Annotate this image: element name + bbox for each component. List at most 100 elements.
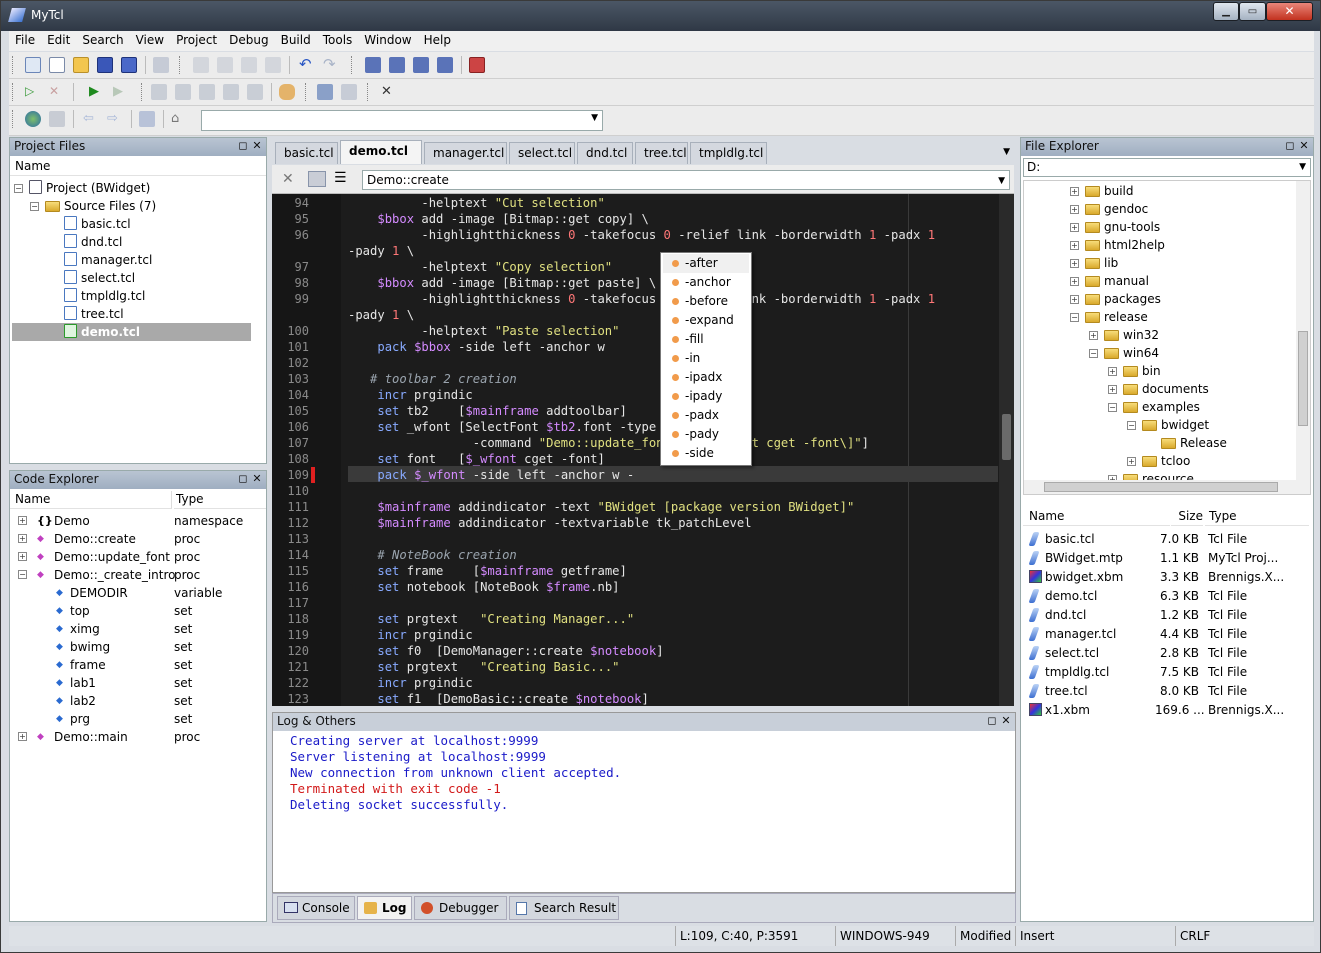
tree-file[interactable]: basic.tcl bbox=[64, 215, 131, 233]
bookmark-icon[interactable] bbox=[469, 57, 485, 73]
expand-icon[interactable]: + bbox=[1070, 187, 1079, 196]
file-row[interactable]: dnd.tcl 1.2 KB Tcl File bbox=[1023, 606, 1311, 624]
tree-vscrollbar[interactable] bbox=[1296, 181, 1310, 483]
tree-group[interactable]: − Source Files (7) bbox=[30, 197, 156, 215]
hand-icon[interactable] bbox=[279, 84, 295, 100]
menu-window[interactable]: Window bbox=[358, 31, 417, 50]
menu-edit[interactable]: Edit bbox=[41, 31, 76, 50]
folder-tree-item[interactable]: + gnu-tools bbox=[1070, 218, 1160, 236]
expand-icon[interactable]: + bbox=[1089, 331, 1098, 340]
menu-help[interactable]: Help bbox=[418, 31, 457, 50]
folder-tree-item[interactable]: + build bbox=[1070, 182, 1134, 200]
autocomplete-item[interactable]: -ipadx bbox=[663, 368, 749, 387]
menu-build[interactable]: Build bbox=[275, 31, 317, 50]
menu-search[interactable]: Search bbox=[76, 31, 129, 50]
find-next-icon[interactable] bbox=[389, 57, 405, 73]
expand-icon[interactable]: + bbox=[1070, 223, 1079, 232]
step-back-icon[interactable] bbox=[223, 84, 239, 100]
drive-selector[interactable]: D: ▼ bbox=[1023, 158, 1311, 177]
close-icon[interactable]: ✕ bbox=[250, 472, 264, 486]
folder-tree-item[interactable]: + packages bbox=[1070, 290, 1161, 308]
tools-icon[interactable]: ✕ bbox=[381, 84, 397, 100]
collapse-icon[interactable]: − bbox=[1089, 349, 1098, 358]
toolbar-grip[interactable] bbox=[305, 83, 308, 101]
code-item[interactable]: ◆ lab2 set bbox=[10, 692, 266, 710]
column-header-name[interactable]: Name bbox=[1023, 508, 1170, 526]
step-over-icon[interactable] bbox=[175, 84, 191, 100]
code-item[interactable]: − ◆ Demo::_create_intro proc bbox=[10, 566, 266, 584]
editor-scrollbar[interactable] bbox=[999, 194, 1014, 706]
tree-file-selected[interactable]: demo.tcl bbox=[12, 323, 251, 341]
document-icon[interactable] bbox=[49, 111, 65, 127]
float-icon[interactable]: ◻ bbox=[236, 472, 250, 486]
tab-manager[interactable]: manager.tcl bbox=[424, 142, 507, 164]
code-item[interactable]: ◆ bwimg set bbox=[10, 638, 266, 656]
close-icon[interactable]: ✕ bbox=[282, 171, 294, 187]
step-out-icon[interactable] bbox=[199, 84, 215, 100]
menu-project[interactable]: Project bbox=[170, 31, 223, 50]
menu-debug[interactable]: Debug bbox=[223, 31, 274, 50]
collapse-icon[interactable]: − bbox=[18, 570, 27, 579]
expand-icon[interactable]: + bbox=[1070, 205, 1079, 214]
step-into-icon[interactable] bbox=[151, 84, 167, 100]
list-icon[interactable]: ☰ bbox=[334, 170, 347, 186]
paste-icon[interactable] bbox=[241, 57, 257, 73]
run-icon[interactable]: ▶ bbox=[89, 84, 105, 100]
code-item[interactable]: ◆ DEMODIR variable bbox=[10, 584, 266, 602]
clean-icon[interactable] bbox=[341, 84, 357, 100]
close-icon[interactable]: ✕ bbox=[999, 714, 1013, 728]
open-folder-icon[interactable] bbox=[73, 57, 89, 73]
autocomplete-item[interactable]: -expand bbox=[663, 311, 749, 330]
stop-icon[interactable] bbox=[139, 111, 155, 127]
close-icon[interactable]: ✕ bbox=[1297, 139, 1311, 153]
expand-icon[interactable]: + bbox=[18, 552, 27, 561]
build-icon[interactable] bbox=[317, 84, 333, 100]
toolbar-grip[interactable] bbox=[179, 56, 182, 74]
scroll-thumb[interactable] bbox=[1298, 331, 1308, 426]
menu-file[interactable]: File bbox=[9, 31, 41, 50]
autocomplete-item[interactable]: -before bbox=[663, 292, 749, 311]
code-item[interactable]: + ◆ Demo::main proc bbox=[10, 728, 266, 746]
maximize-button[interactable]: ▭ bbox=[1239, 2, 1266, 21]
autocomplete-item[interactable]: -ipady bbox=[663, 387, 749, 406]
folder-tree-item[interactable]: Release bbox=[1161, 434, 1227, 452]
chevron-down-icon[interactable]: ▼ bbox=[1299, 159, 1306, 176]
file-row[interactable]: x1.xbm 169.6 ... Brennigs.X... bbox=[1023, 701, 1311, 719]
autocomplete-item[interactable]: -after bbox=[663, 254, 749, 273]
expand-icon[interactable]: + bbox=[1127, 457, 1136, 466]
tab-select[interactable]: select.tcl bbox=[509, 142, 575, 164]
code-item[interactable]: ◆ lab1 set bbox=[10, 674, 266, 692]
float-icon[interactable]: ◻ bbox=[236, 139, 250, 153]
find-prev-icon[interactable] bbox=[413, 57, 429, 73]
tab-debugger[interactable]: Debugger bbox=[414, 896, 507, 920]
copy-icon[interactable] bbox=[217, 57, 233, 73]
folder-tree-item[interactable]: + win32 bbox=[1089, 326, 1159, 344]
expand-icon[interactable]: + bbox=[1070, 295, 1079, 304]
print-icon[interactable] bbox=[153, 57, 169, 73]
column-header-name[interactable]: Name bbox=[10, 158, 266, 176]
collapse-icon[interactable]: − bbox=[1108, 403, 1117, 412]
folder-tree-item[interactable]: + manual bbox=[1070, 272, 1149, 290]
expand-icon[interactable]: + bbox=[1108, 385, 1117, 394]
float-icon[interactable]: ◻ bbox=[985, 714, 999, 728]
toolbar-grip[interactable] bbox=[351, 56, 354, 74]
file-row[interactable]: BWidget.mtp 1.1 KB MyTcl Proj... bbox=[1023, 549, 1311, 567]
file-row[interactable]: basic.tcl 7.0 KB Tcl File bbox=[1023, 530, 1311, 548]
file-row[interactable]: manager.tcl 4.4 KB Tcl File bbox=[1023, 625, 1311, 643]
folder-tree-item[interactable]: − release bbox=[1070, 308, 1148, 326]
expand-icon[interactable]: + bbox=[1070, 277, 1079, 286]
autocomplete-item[interactable]: -side bbox=[663, 444, 749, 463]
tab-tree[interactable]: tree.tcl bbox=[635, 142, 688, 164]
folder-tree-item[interactable]: − win64 bbox=[1089, 344, 1159, 362]
code-item[interactable]: + ◆ Demo::create proc bbox=[10, 530, 266, 548]
folder-tree-item[interactable]: − examples bbox=[1108, 398, 1200, 416]
code-item[interactable]: ◆ top set bbox=[10, 602, 266, 620]
file-row[interactable]: bwidget.xbm 3.3 KB Brennigs.X... bbox=[1023, 568, 1311, 586]
proc-selector[interactable]: Demo::create ▼ bbox=[362, 170, 1010, 190]
collapse-icon[interactable]: − bbox=[1127, 421, 1136, 430]
folder-tree-item[interactable]: + gendoc bbox=[1070, 200, 1148, 218]
toolbar-grip[interactable] bbox=[367, 83, 370, 101]
tab-tmpldlg[interactable]: tmpldlg.tcl bbox=[690, 142, 767, 164]
collapse-icon[interactable]: − bbox=[1070, 313, 1079, 322]
tree-file[interactable]: tmpldlg.tcl bbox=[64, 287, 145, 305]
